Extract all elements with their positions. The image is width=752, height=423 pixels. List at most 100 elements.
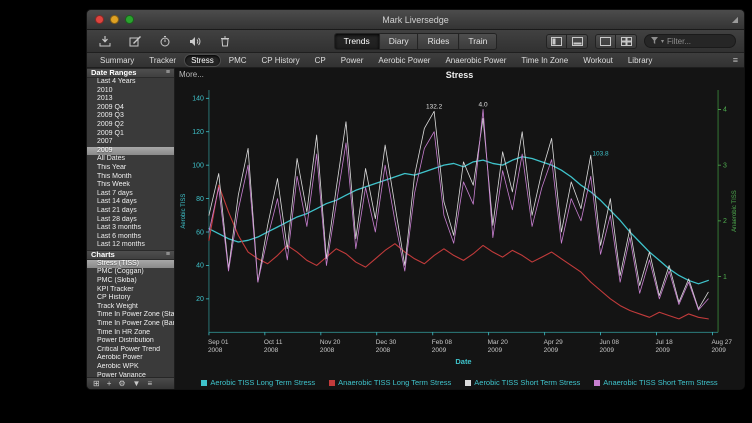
daterange-this-month[interactable]: This Month [87, 173, 174, 182]
filter-input[interactable]: ▾ Filter... [644, 34, 736, 48]
tab-pmc[interactable]: PMC [222, 54, 254, 67]
svg-text:2009: 2009 [488, 347, 503, 354]
tab-power[interactable]: Power [334, 54, 371, 67]
segment-train[interactable]: Train [459, 33, 497, 50]
sidebar-grid-icon[interactable]: ⊞ [93, 379, 100, 388]
tab-anaerobic-power[interactable]: Anaerobic Power [438, 54, 513, 67]
svg-text:Mar 20: Mar 20 [488, 339, 509, 346]
stress-chart[interactable]: 204060801001201401234Sep 012008Oct 11200… [175, 82, 744, 376]
segment-diary[interactable]: Diary [380, 33, 419, 50]
daterange-this-year[interactable]: This Year [87, 164, 174, 173]
toggle-bottombar-button[interactable] [567, 34, 588, 49]
app-window: Mark Liversedge ◢ TrendsDiaryRidesTrain [86, 9, 745, 390]
tiled-view-button[interactable] [595, 34, 616, 49]
svg-text:100: 100 [192, 162, 204, 169]
daterange-2010[interactable]: 2010 [87, 87, 174, 96]
tabbar-menu-icon[interactable]: ≡ [733, 55, 738, 65]
daterange-last-21-days[interactable]: Last 21 days [87, 207, 174, 216]
title-bar[interactable]: Mark Liversedge ◢ [87, 10, 744, 30]
svg-text:2009: 2009 [544, 347, 559, 354]
daterange-2009-q4[interactable]: 2009 Q4 [87, 104, 174, 113]
sidebar-add-icon[interactable]: + [107, 379, 112, 388]
svg-text:Anaerobic TISS: Anaerobic TISS [732, 190, 738, 232]
legend-swatch [329, 380, 335, 386]
tab-library[interactable]: Library [621, 54, 659, 67]
tab-stress[interactable]: Stress [184, 54, 221, 67]
tab-time-in-zone[interactable]: Time In Zone [514, 54, 575, 67]
svg-text:Oct 11: Oct 11 [264, 339, 283, 346]
daterange-this-week[interactable]: This Week [87, 181, 174, 190]
svg-text:Feb 08: Feb 08 [432, 339, 453, 346]
filter-placeholder: Filter... [667, 37, 691, 46]
svg-text:Apr 29: Apr 29 [544, 339, 564, 346]
layout-group [595, 34, 637, 49]
daterange-last-3-months[interactable]: Last 3 months [87, 224, 174, 233]
daterange-2009[interactable]: 2009 [87, 147, 174, 156]
chartitem-aerobic-wpk[interactable]: Aerobic WPK [87, 363, 174, 372]
svg-text:Jul 18: Jul 18 [655, 339, 673, 346]
chartitem-stress-tiss[interactable]: Stress (TISS) [87, 260, 174, 269]
chartitem-power-distribution[interactable]: Power Distribution [87, 337, 174, 346]
sidebar-toolbar: ⊞ + ⚙ ▼ ≡ [87, 377, 174, 389]
daterange-last-28-days[interactable]: Last 28 days [87, 216, 174, 225]
daterange-2009-q3[interactable]: 2009 Q3 [87, 112, 174, 121]
sidebar-menu-icon[interactable]: ≡ [147, 379, 152, 388]
daterange-last-7-days[interactable]: Last 7 days [87, 190, 174, 199]
chartitem-time-in-hr-zone[interactable]: Time In HR Zone [87, 329, 174, 338]
chartitem-pmc-skiba[interactable]: PMC (Skiba) [87, 277, 174, 286]
stopwatch-button[interactable] [155, 34, 175, 49]
daterange-2009-q2[interactable]: 2009 Q2 [87, 121, 174, 130]
daterange-2013[interactable]: 2013 [87, 95, 174, 104]
daterange-last-12-months[interactable]: Last 12 months [87, 241, 174, 250]
trash-button[interactable] [215, 34, 235, 49]
legend-anaerobic-tiss-short-term-stress: Anaerobic TISS Short Term Stress [594, 378, 717, 387]
tab-cp-history[interactable]: CP History [255, 54, 307, 67]
svg-text:2008: 2008 [376, 347, 391, 354]
sidebar-toggle-group [546, 34, 588, 49]
daterange-all-dates[interactable]: All Dates [87, 155, 174, 164]
compose-button[interactable] [125, 34, 145, 49]
date-ranges-menu-icon[interactable]: ≡ [166, 68, 170, 78]
chartitem-cp-history[interactable]: CP History [87, 294, 174, 303]
tab-summary[interactable]: Summary [93, 54, 141, 67]
daterange-2007[interactable]: 2007 [87, 138, 174, 147]
svg-text:4: 4 [723, 107, 727, 114]
segment-rides[interactable]: Rides [419, 33, 460, 50]
svg-text:2009: 2009 [600, 347, 615, 354]
sidebar-filter-icon[interactable]: ▼ [133, 379, 141, 388]
tab-workout[interactable]: Workout [576, 54, 620, 67]
chartitem-pmc-coggan[interactable]: PMC (Coggan) [87, 268, 174, 277]
svg-text:60: 60 [196, 229, 204, 236]
charts-menu-icon[interactable]: ≡ [166, 250, 170, 260]
chartitem-aerobic-power[interactable]: Aerobic Power [87, 354, 174, 363]
svg-text:1: 1 [723, 274, 727, 281]
toggle-sidebar-button[interactable] [546, 34, 567, 49]
import-button[interactable] [95, 34, 115, 49]
grid-view-button[interactable] [616, 34, 637, 49]
sidebar: Date Ranges ≡ Last 4 Years201020132009 Q… [87, 68, 175, 389]
legend-aerobic-tiss-short-term-stress: Aerobic TISS Short Term Stress [465, 378, 580, 387]
daterange-last-14-days[interactable]: Last 14 days [87, 198, 174, 207]
daterange-last-6-months[interactable]: Last 6 months [87, 233, 174, 242]
svg-text:140: 140 [192, 96, 204, 103]
tab-aerobic-power[interactable]: Aerobic Power [371, 54, 437, 67]
svg-text:Sep 01: Sep 01 [208, 339, 229, 346]
tab-tracker[interactable]: Tracker [142, 54, 183, 67]
segment-trends[interactable]: Trends [334, 33, 380, 50]
svg-text:Date: Date [455, 357, 471, 366]
daterange-last-4-years[interactable]: Last 4 Years [87, 78, 174, 87]
chartitem-kpi-tracker[interactable]: KPI Tracker [87, 286, 174, 295]
svg-text:20: 20 [196, 296, 204, 303]
fullscreen-icon[interactable]: ◢ [732, 15, 738, 24]
date-ranges-header: Date Ranges ≡ [87, 68, 174, 78]
chartitem-time-in-power-zone-bar[interactable]: Time In Power Zone (Bar) [87, 320, 174, 329]
speaker-button[interactable] [185, 34, 205, 49]
daterange-2009-q1[interactable]: 2009 Q1 [87, 130, 174, 139]
sidebar-settings-icon[interactable]: ⚙ [118, 379, 125, 388]
tab-cp[interactable]: CP [308, 54, 333, 67]
legend-label: Anaerobic TISS Long Term Stress [338, 378, 451, 387]
chartitem-time-in-power-zone-stacked[interactable]: Time In Power Zone (Stacked) [87, 311, 174, 320]
chartitem-track-weight[interactable]: Track Weight [87, 303, 174, 312]
chartitem-critical-power-trend[interactable]: Critical Power Trend [87, 346, 174, 355]
svg-text:120: 120 [192, 129, 204, 136]
